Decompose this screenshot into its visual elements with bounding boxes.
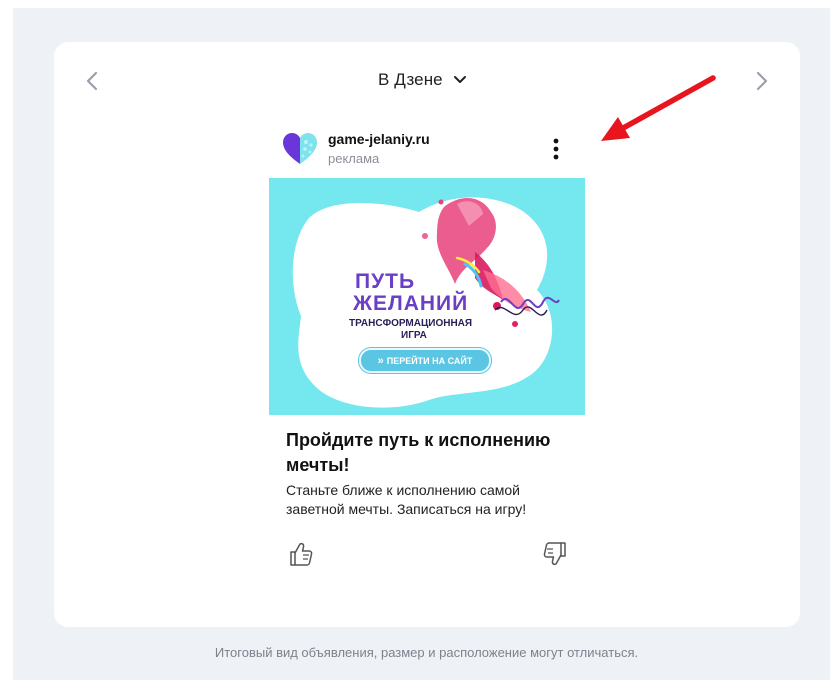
ad-banner-image[interactable]: ПУТЬ ЖЕЛАНИЙ ТРАНСФОРМАЦИОННАЯ ИГРА » ПЕ… bbox=[269, 178, 585, 415]
double-chevron-right-icon: » bbox=[377, 354, 384, 367]
thumbs-up-icon[interactable] bbox=[289, 541, 313, 567]
banner-subtitle-line1: ТРАНСФОРМАЦИОННАЯ bbox=[349, 318, 473, 329]
red-annotation-arrow bbox=[601, 75, 716, 141]
more-vertical-icon[interactable] bbox=[546, 137, 566, 161]
heart-logo-icon bbox=[283, 133, 317, 164]
banner-title-line1: ПУТЬ bbox=[355, 270, 416, 293]
ad-body-text: Станьте ближе к исполнению самой заветно… bbox=[286, 482, 527, 517]
banner-cta-button[interactable]: » ПЕРЕЙТИ НА САЙТ bbox=[359, 348, 491, 373]
advertiser-domain[interactable]: game-jelaniy.ru bbox=[328, 131, 430, 147]
banner-subtitle-line2: ИГРА bbox=[401, 330, 427, 341]
banner-cta-label: ПЕРЕЙТИ НА САЙТ bbox=[386, 355, 473, 366]
placement-selector-label: В Дзене bbox=[378, 70, 443, 89]
ad-headline[interactable]: Пройдите путь к исполнению мечты! bbox=[286, 428, 586, 478]
chevron-left-icon[interactable] bbox=[83, 70, 103, 92]
banner-title-line2: ЖЕЛАНИЙ bbox=[353, 292, 469, 315]
placement-selector[interactable]: В Дзене bbox=[378, 68, 467, 92]
thumbs-down-icon[interactable] bbox=[543, 541, 567, 567]
chevron-down-icon bbox=[453, 76, 466, 83]
disclaimer-note: Итоговый вид объявления, размер и распол… bbox=[214, 645, 639, 660]
chevron-right-icon[interactable] bbox=[752, 70, 772, 92]
ad-label: реклама bbox=[328, 151, 380, 166]
ad-header: game-jelaniy.ru реклама bbox=[282, 128, 582, 170]
